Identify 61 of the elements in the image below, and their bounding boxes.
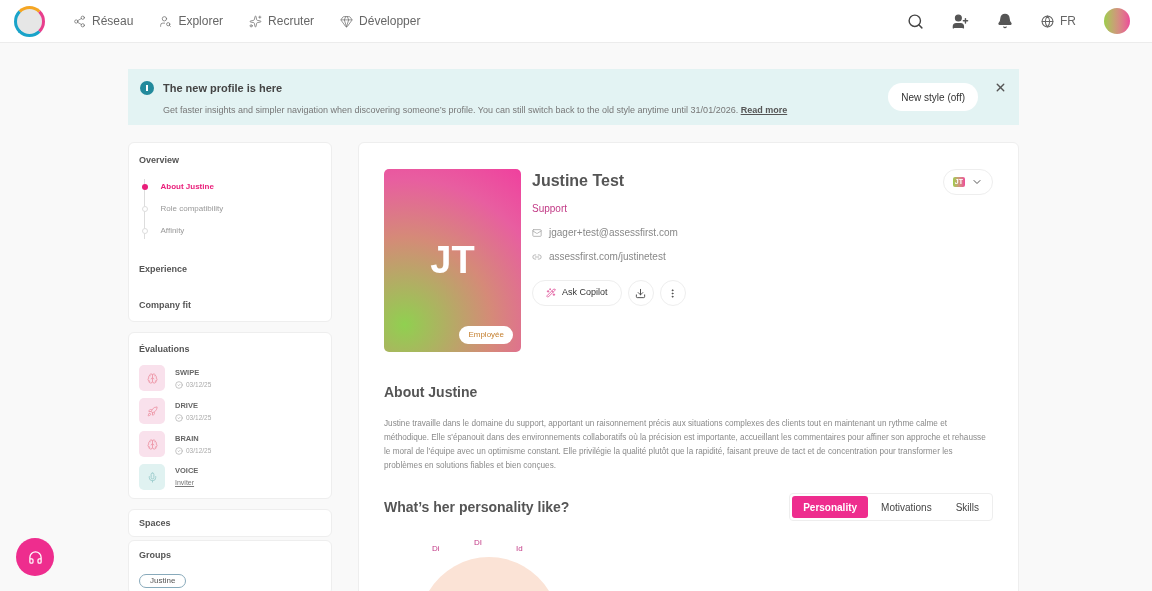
assessment-icon bbox=[146, 438, 158, 450]
profile-url: assessfirst.com/justinetest bbox=[549, 250, 666, 264]
personality-title: What’s her personality like? bbox=[384, 497, 570, 517]
tab[interactable]: Motivations bbox=[870, 496, 943, 518]
tab[interactable]: Personality bbox=[792, 496, 869, 518]
assessment-icon bbox=[146, 372, 158, 384]
assessment-icon bbox=[146, 471, 158, 483]
wheel-label: DI bbox=[474, 537, 482, 549]
logo-icon[interactable] bbox=[14, 5, 45, 37]
about-title: About Justine bbox=[384, 383, 479, 402]
overview-link[interactable]: About Justine bbox=[160, 180, 214, 193]
tab[interactable]: Skills bbox=[944, 496, 990, 518]
globe-icon bbox=[1041, 14, 1054, 28]
wand-icon bbox=[546, 288, 556, 298]
notification-icon[interactable] bbox=[997, 13, 1013, 29]
nav-link[interactable]: Explorer bbox=[159, 12, 224, 30]
check-icon bbox=[175, 380, 183, 389]
nav-icon bbox=[73, 14, 86, 28]
nav-link[interactable]: Recruter bbox=[249, 12, 315, 30]
profile-role: Support bbox=[532, 202, 569, 216]
nav-link[interactable]: Réseau bbox=[73, 12, 134, 30]
add-user-icon[interactable] bbox=[952, 12, 969, 30]
nav-link[interactable]: Développer bbox=[340, 12, 421, 30]
status-badge: Employée bbox=[459, 326, 513, 344]
nav-icon bbox=[340, 14, 354, 28]
download-icon bbox=[635, 287, 647, 299]
banner-text: Get faster insights and simpler navigation when discovering someone’s profile. You can still switch back to the old style anytime until 31/01/2026. Read more bbox=[163, 103, 788, 117]
section-link[interactable]: Company fit bbox=[139, 298, 321, 311]
nav-icon bbox=[159, 14, 173, 28]
mail-icon bbox=[532, 227, 542, 238]
about-text: Justine travaille dans le domaine du support, apportant un raisonnement précis aux situations complexes des clients tout en maintenant un rythme calme et méthodique. Elle s'épanouit dans des environnements collaboratifs où la précision est importante, accueillant les commentaires pour affiner son approche et rehausse le moral de l'équipe avec un optimisme constant. Elle privilégie la qualité plutôt que la rapidité, faisant preuve de tact et de concentration pour transformer les problèmes en solutions fiables et bien conçues. bbox=[384, 418, 987, 472]
section-title: Groups bbox=[139, 549, 172, 561]
section-link[interactable]: Experience bbox=[139, 262, 321, 275]
overview-link[interactable]: Role compatibility bbox=[160, 202, 224, 215]
headset-icon bbox=[27, 549, 43, 565]
profile-initials: JT bbox=[430, 238, 475, 283]
read-more-link[interactable]: Read more bbox=[740, 104, 788, 115]
profile-email: jgager+test@assessfirst.com bbox=[549, 226, 678, 240]
check-icon bbox=[175, 446, 183, 455]
assessment-icon bbox=[146, 405, 158, 417]
new-style-button[interactable]: New style (off) bbox=[888, 83, 978, 111]
info-icon bbox=[140, 81, 154, 95]
profile-name: Justine Test bbox=[532, 171, 626, 191]
wheel-label: Di bbox=[432, 543, 440, 555]
section-title: Spaces bbox=[139, 517, 171, 529]
section-title: Overview bbox=[139, 154, 181, 167]
support-button[interactable] bbox=[16, 538, 54, 576]
search-icon[interactable] bbox=[907, 12, 924, 30]
section-title: Évaluations bbox=[139, 342, 191, 356]
banner-title: The new profile is here bbox=[163, 81, 284, 96]
wheel-label: Id bbox=[516, 543, 523, 555]
language-button[interactable]: FR bbox=[1041, 12, 1076, 30]
close-icon[interactable] bbox=[994, 81, 1007, 94]
check-icon bbox=[175, 413, 183, 422]
assessment-tile[interactable] bbox=[139, 398, 165, 424]
assessment-tile[interactable] bbox=[139, 365, 165, 391]
nav-icon bbox=[249, 14, 263, 28]
assessment-tile[interactable] bbox=[139, 431, 165, 457]
link-icon bbox=[532, 251, 542, 262]
user-avatar[interactable] bbox=[1104, 8, 1130, 34]
assessment-tile[interactable] bbox=[139, 464, 165, 490]
